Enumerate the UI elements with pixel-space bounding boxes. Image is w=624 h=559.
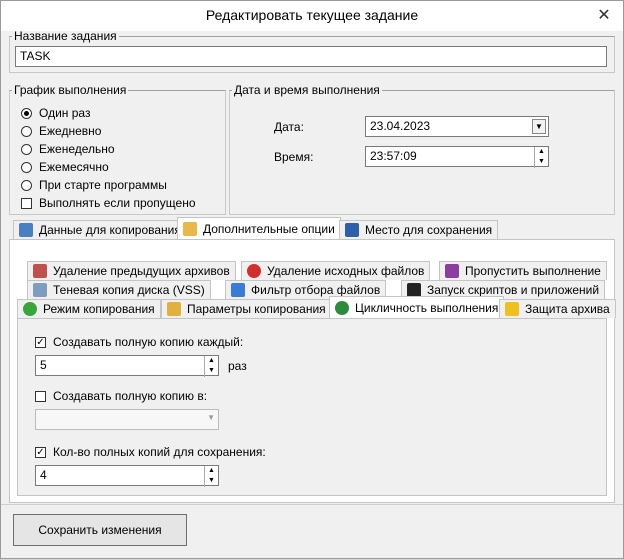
- radio-weekly-label: Еженедельно: [39, 142, 115, 156]
- tab-scripts-label: Запуск скриптов и приложений: [427, 283, 600, 297]
- tab-delete-prev[interactable]: Удаление предыдущих архивов: [27, 261, 236, 280]
- keep-count-box[interactable]: ✓: [35, 446, 46, 458]
- radio-weekly-indicator[interactable]: [21, 143, 32, 155]
- spin-up-icon[interactable]: ▲: [205, 356, 218, 366]
- time-spinner[interactable]: ▲ ▼: [534, 147, 548, 168]
- floppy-icon: [345, 223, 359, 237]
- tab-archive-protect[interactable]: Защита архива: [499, 299, 616, 318]
- save-changes-button[interactable]: Сохранить изменения: [13, 514, 187, 546]
- title-bar: Редактировать текущее задание ✕: [1, 1, 623, 31]
- chevron-down-icon[interactable]: ▼: [532, 119, 546, 134]
- edit-task-dialog: Редактировать текущее задание ✕ Название…: [0, 0, 624, 559]
- tab-extra-options-label: Дополнительные опции: [203, 222, 335, 236]
- spin-up-icon[interactable]: ▲: [205, 466, 218, 476]
- full-in-label: Создавать полную копию в:: [53, 389, 208, 403]
- tab-delete-source[interactable]: Удаление исходных файлов: [241, 261, 431, 280]
- schedule-legend: График выполнения: [14, 83, 127, 97]
- params-icon: [167, 302, 181, 316]
- date-label: Дата:: [274, 120, 304, 134]
- keep-count-label: Кол-во полных копий для сохранения:: [53, 445, 266, 459]
- run-if-missed-label: Выполнять если пропущено: [39, 196, 196, 210]
- radio-on-start[interactable]: При старте программы: [21, 177, 167, 193]
- spin-down-icon[interactable]: ▼: [535, 157, 548, 167]
- radio-daily-indicator[interactable]: [21, 125, 32, 137]
- full-every-box[interactable]: ✓: [35, 336, 46, 348]
- radio-monthly[interactable]: Ежемесячно: [21, 159, 109, 175]
- radio-on-start-label: При старте программы: [39, 178, 167, 192]
- full-every-label: Создавать полную копию каждый:: [53, 335, 244, 349]
- tab-vss-label: Теневая копия диска (VSS): [53, 283, 205, 297]
- refresh-icon: [335, 301, 349, 315]
- tab-copy-mode-label: Режим копирования: [43, 302, 155, 316]
- tab-file-filter-label: Фильтр отбора файлов: [251, 283, 381, 297]
- tab-extra-options[interactable]: Дополнительные опции: [177, 217, 341, 240]
- disk-icon: [33, 283, 47, 297]
- tab-delete-prev-label: Удаление предыдущих архивов: [53, 264, 230, 278]
- tab-copy-data-label: Данные для копирования: [39, 223, 181, 237]
- keep-count-spinner[interactable]: ▲ ▼: [204, 466, 218, 487]
- full-every-unit: раз: [228, 359, 247, 373]
- close-icon[interactable]: ✕: [593, 5, 615, 27]
- keep-count-value: 4: [40, 468, 47, 482]
- radio-monthly-indicator[interactable]: [21, 161, 32, 173]
- task-name-legend: Название задания: [14, 29, 117, 43]
- radio-once[interactable]: Один раз: [21, 105, 90, 121]
- date-picker[interactable]: 23.04.2023 ▼: [365, 116, 549, 137]
- task-name-input[interactable]: TASK: [15, 46, 607, 67]
- time-value: 23:57:09: [370, 149, 417, 163]
- radio-daily-label: Ежедневно: [39, 124, 102, 138]
- window-title: Редактировать текущее задание: [205, 7, 419, 23]
- keep-count-checkbox[interactable]: ✓ Кол-во полных копий для сохранения:: [35, 444, 266, 460]
- radio-monthly-label: Ежемесячно: [39, 160, 109, 174]
- options-icon: [183, 222, 197, 236]
- add-icon: [23, 302, 37, 316]
- skip-icon: [445, 264, 459, 278]
- radio-once-indicator[interactable]: [21, 107, 32, 119]
- lock-icon: [505, 302, 519, 316]
- radio-weekly[interactable]: Еженедельно: [21, 141, 115, 157]
- chevron-down-icon[interactable]: ▼: [207, 413, 215, 422]
- run-if-missed-box[interactable]: [21, 197, 32, 209]
- spin-down-icon[interactable]: ▼: [205, 366, 218, 376]
- full-in-checkbox[interactable]: Создавать полную копию в:: [35, 388, 207, 404]
- full-every-input[interactable]: 5 ▲ ▼: [35, 355, 219, 377]
- tab-skip-run-label: Пропустить выполнение: [465, 264, 601, 278]
- full-in-box[interactable]: [35, 390, 46, 402]
- time-label: Время:: [274, 150, 314, 164]
- radio-daily[interactable]: Ежедневно: [21, 123, 101, 139]
- radio-once-label: Один раз: [39, 106, 91, 120]
- spin-down-icon[interactable]: ▼: [205, 476, 218, 486]
- date-value: 23.04.2023: [370, 119, 431, 133]
- tab-copy-params[interactable]: Параметры копирования: [161, 299, 332, 318]
- error-icon: [247, 264, 261, 278]
- full-every-value: 5: [40, 358, 47, 372]
- data-icon: [19, 223, 33, 237]
- tab-cyclic[interactable]: Цикличность выполнения: [329, 296, 505, 319]
- spin-up-icon[interactable]: ▲: [535, 147, 548, 157]
- time-picker[interactable]: 23:57:09 ▲ ▼: [365, 146, 549, 168]
- datetime-legend: Дата и время выполнения: [234, 83, 380, 97]
- tab-copy-params-label: Параметры копирования: [187, 302, 326, 316]
- tab-copy-data[interactable]: Данные для копирования: [13, 220, 187, 239]
- full-in-select[interactable]: ▼: [35, 409, 219, 430]
- full-every-spinner[interactable]: ▲ ▼: [204, 356, 218, 377]
- terminal-icon: [407, 283, 421, 297]
- tab-archive-protect-label: Защита архива: [525, 302, 610, 316]
- tab-save-location[interactable]: Место для сохранения: [339, 220, 499, 239]
- delete-archive-icon: [33, 264, 47, 278]
- tab-cyclic-label: Цикличность выполнения: [355, 301, 499, 315]
- divider: [1, 504, 623, 505]
- run-if-missed-checkbox[interactable]: Выполнять если пропущено: [21, 195, 196, 211]
- tab-vss[interactable]: Теневая копия диска (VSS): [27, 280, 211, 299]
- radio-on-start-indicator[interactable]: [21, 179, 32, 191]
- tab-copy-mode[interactable]: Режим копирования: [17, 299, 161, 318]
- filter-icon: [231, 283, 245, 297]
- tab-delete-source-label: Удаление исходных файлов: [267, 264, 425, 278]
- keep-count-input[interactable]: 4 ▲ ▼: [35, 465, 219, 487]
- full-every-checkbox[interactable]: ✓ Создавать полную копию каждый:: [35, 334, 243, 350]
- tab-save-location-label: Место для сохранения: [365, 223, 493, 237]
- tab-skip-run[interactable]: Пропустить выполнение: [439, 261, 607, 280]
